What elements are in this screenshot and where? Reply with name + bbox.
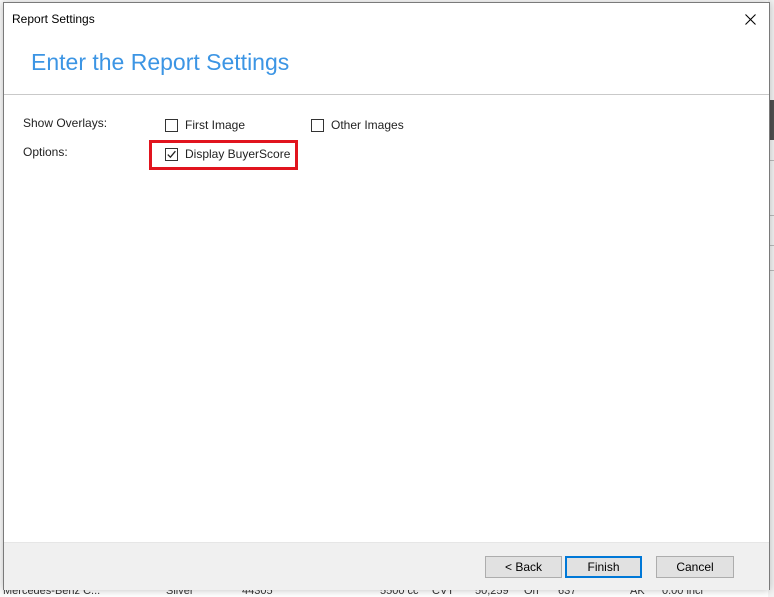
- dialog-footer: < Back Finish Cancel: [4, 543, 769, 590]
- report-settings-dialog: Report Settings Enter the Report Setting…: [3, 2, 770, 590]
- dialog-title: Report Settings: [12, 12, 95, 26]
- back-button[interactable]: < Back: [485, 556, 562, 578]
- first-image-label: First Image: [185, 118, 246, 132]
- highlight-box: [149, 140, 298, 170]
- finish-button[interactable]: Finish: [565, 556, 642, 578]
- checkbox-box[interactable]: [165, 118, 178, 132]
- page-title: Enter the Report Settings: [31, 49, 290, 75]
- other-images-checkbox[interactable]: Other Images: [311, 118, 404, 132]
- show-overlays-label: Show Overlays:: [23, 116, 108, 130]
- other-images-label: Other Images: [331, 118, 404, 132]
- cancel-button[interactable]: Cancel: [656, 556, 734, 578]
- checkbox-box[interactable]: [311, 118, 324, 132]
- header-divider: [4, 94, 769, 95]
- close-button[interactable]: [735, 7, 765, 31]
- dialog-titlebar[interactable]: Report Settings: [4, 3, 769, 34]
- first-image-checkbox[interactable]: First Image: [165, 118, 245, 132]
- options-label: Options:: [23, 145, 68, 159]
- close-icon: [744, 13, 756, 25]
